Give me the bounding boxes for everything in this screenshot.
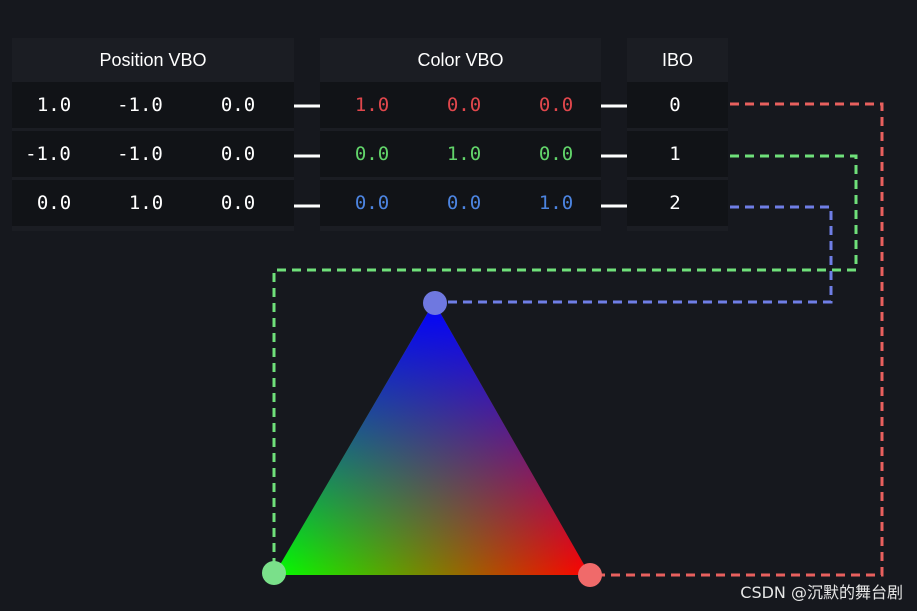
index-2-route [437,205,833,304]
row-connectors [294,104,627,208]
index-0-route [592,102,884,577]
vertex-bottom-left [262,561,286,585]
diagram-overlay [262,102,884,587]
vertex-top [423,291,447,315]
vertex-bottom-right [578,563,602,587]
watermark: CSDN @沉默的舞台剧 [740,583,903,602]
color-triangle [274,302,590,575]
